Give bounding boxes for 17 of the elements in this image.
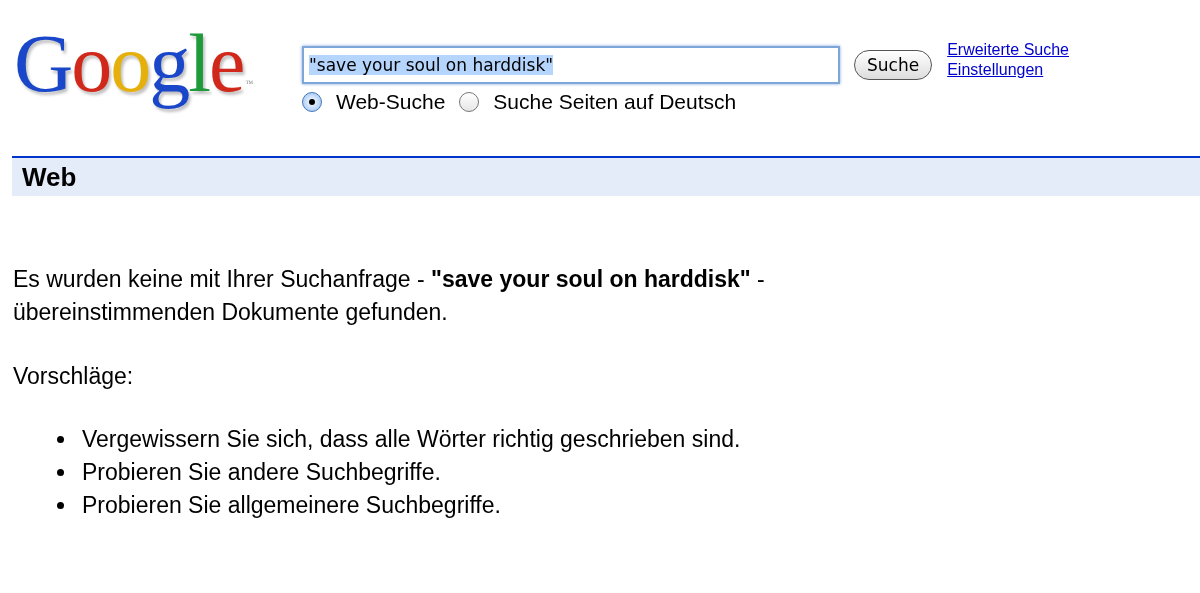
bullet-icon	[57, 436, 64, 443]
suggestion-text: Probieren Sie allgemeinere Suchbegriffe.	[82, 491, 501, 520]
suggestion-text: Probieren Sie andere Suchbegriffe.	[82, 458, 441, 487]
no-results-message: Es wurden keine mit Ihrer Suchanfrage - "save your soul on harddisk" - übereinstimmenden Dokumente gefunden.	[13, 265, 766, 327]
radio-button[interactable]	[302, 92, 322, 112]
search-field[interactable]: "save your soul on harddisk"	[302, 46, 840, 84]
link[interactable]: Erweiterte Suche	[947, 40, 1069, 60]
bullet-icon	[57, 469, 64, 476]
search-button[interactable]: Suche	[854, 50, 933, 80]
radio-label: Suche Seiten auf Deutsch	[493, 90, 737, 114]
radio-label: Web-Suche	[336, 90, 446, 114]
suggestions-title: Vorschläge:	[13, 362, 135, 391]
radio-button[interactable]	[459, 92, 480, 112]
section-title: Web	[22, 161, 77, 193]
link[interactable]: Einstellungen	[947, 60, 1069, 80]
suggestion-text: Vergewissern Sie sich, dass alle Wörter richtig geschrieben sind.	[82, 425, 741, 454]
bullet-icon	[57, 502, 64, 509]
